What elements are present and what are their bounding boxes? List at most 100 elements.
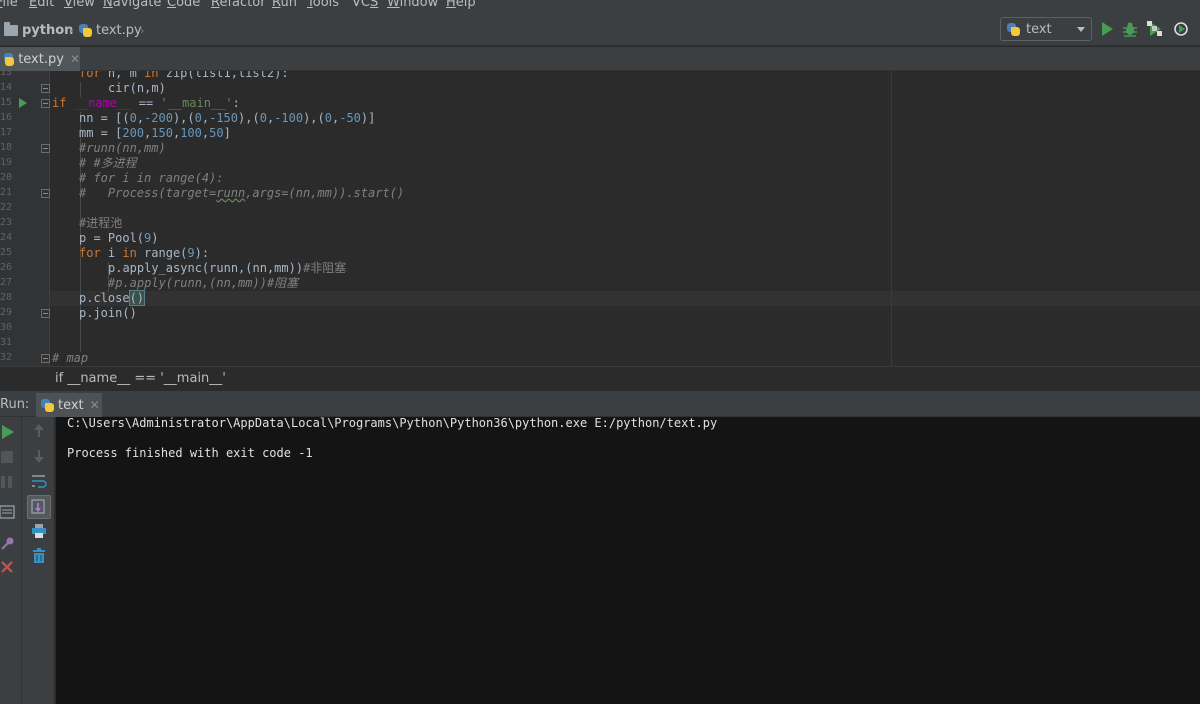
code-line-13: for n, m in zip(list1,list2):	[79, 71, 289, 80]
code-line-19: # #多进程	[79, 156, 137, 170]
line-number: 13	[0, 71, 13, 78]
line-number: 30	[0, 322, 13, 333]
editor-tab-bar: text.py ✕	[0, 47, 1200, 71]
close-icon[interactable]	[0, 560, 16, 576]
menu-edit[interactable]: Edit	[29, 0, 54, 11]
right-margin-guide	[891, 71, 892, 366]
code-line-29: p.join()	[79, 306, 137, 320]
breadcrumb-scope[interactable]: if __name__ == '__main__'	[55, 371, 226, 386]
line-number: 16	[0, 112, 13, 123]
breadcrumb-project[interactable]: python	[4, 21, 73, 39]
code-line-24: p = Pool(9)	[79, 231, 159, 245]
line-number: 27	[0, 277, 13, 288]
navigation-bar: python › text.py › text	[0, 12, 1200, 46]
code-line-32: # map	[52, 351, 89, 365]
code-line-20: # for i in range(4):	[79, 171, 224, 185]
run-toolbar-right	[22, 417, 55, 704]
run-gutter-icon[interactable]	[19, 98, 27, 108]
line-number: 28	[0, 292, 13, 303]
run-tab-label: text	[58, 397, 84, 413]
caret-row-highlight	[50, 291, 1200, 306]
code-line-18: #runn(nn,mm)	[79, 141, 166, 155]
python-file-icon	[79, 23, 92, 37]
run-config-label: text	[1026, 21, 1052, 37]
line-number: 21	[0, 187, 13, 198]
arrow-down-icon[interactable]	[31, 448, 47, 464]
menu-vcs[interactable]: VCS	[352, 0, 378, 11]
profile-icon[interactable]	[1173, 21, 1189, 37]
code-line-26: p.apply_async(runn,(nn,mm))#非阻塞	[108, 261, 347, 275]
stop-icon[interactable]	[0, 449, 16, 465]
chevron-right-icon: ›	[140, 24, 145, 37]
run-tab-text[interactable]: text ✕	[36, 393, 102, 417]
run-toolbar-left	[0, 417, 22, 704]
line-number: 29	[0, 307, 13, 318]
menu-refactor[interactable]: Refactor	[211, 0, 266, 11]
code-line-16: nn = [(0,-200),(0,-150),(0,-100),(0,-50)…	[79, 111, 376, 125]
menu-tools[interactable]: Tools	[307, 0, 339, 11]
line-number: 17	[0, 127, 13, 138]
line-number: 20	[0, 172, 13, 183]
file-name: text.py	[96, 22, 142, 38]
arrow-up-icon[interactable]	[31, 423, 47, 439]
close-icon[interactable]: ✕	[70, 52, 80, 66]
code-line-28: p.close()	[79, 290, 146, 306]
chevron-right-icon: ›	[69, 24, 74, 37]
line-number: 25	[0, 247, 13, 258]
run-panel-header: Run: text ✕	[0, 390, 1200, 417]
menu-help[interactable]: Help	[446, 0, 476, 11]
debug-icon[interactable]	[1122, 21, 1138, 37]
code-line-15: if __name__ == '__main__':	[52, 96, 240, 110]
run-with-coverage-icon[interactable]	[1147, 21, 1163, 37]
run-panel-label: Run:	[0, 397, 30, 412]
menu-file[interactable]: File	[0, 0, 18, 11]
editor-gutter: 13 14 15 16 17 18 19 20 21 22 23 24 25 2…	[0, 71, 50, 366]
scroll-to-end-toggle[interactable]	[27, 495, 51, 519]
menu-run[interactable]: Run	[272, 0, 297, 11]
editor-tab-text-py[interactable]: text.py ✕	[0, 47, 80, 71]
console-output[interactable]: C:\Users\Administrator\AppData\Local\Pro…	[56, 416, 1200, 704]
line-number: 19	[0, 157, 13, 168]
python-icon	[1007, 22, 1020, 36]
python-icon	[41, 398, 54, 412]
print-icon[interactable]	[31, 523, 47, 539]
run-configuration-select[interactable]: text	[1000, 17, 1092, 41]
menu-window[interactable]: Window	[387, 0, 438, 11]
console-line: C:\Users\Administrator\AppData\Local\Pro…	[67, 416, 718, 430]
menu-navigate[interactable]: Navigate	[103, 0, 161, 11]
fold-marker-icon[interactable]	[41, 309, 50, 318]
line-number: 18	[0, 142, 13, 153]
python-file-icon	[4, 52, 15, 66]
fold-marker-icon[interactable]	[41, 99, 50, 108]
layout-icon[interactable]	[0, 504, 16, 520]
trash-icon[interactable]	[31, 548, 47, 564]
editor-breadcrumb: if __name__ == '__main__'	[0, 366, 1200, 390]
menu-view[interactable]: View	[64, 0, 95, 11]
menu-code[interactable]: Code	[167, 0, 200, 11]
scroll-to-end-icon	[31, 499, 45, 514]
code-line-17: mm = [200,150,100,50]	[79, 126, 231, 140]
fold-marker-icon[interactable]	[41, 84, 50, 93]
code-editor[interactable]: 13 14 15 16 17 18 19 20 21 22 23 24 25 2…	[0, 71, 1200, 366]
soft-wrap-icon[interactable]	[31, 473, 47, 489]
pin-icon[interactable]	[0, 535, 16, 551]
fold-marker-icon[interactable]	[41, 354, 50, 363]
rerun-icon[interactable]	[0, 424, 16, 440]
chevron-down-icon	[1077, 27, 1085, 32]
breadcrumb-file[interactable]: text.py	[79, 21, 142, 39]
project-name: python	[22, 22, 74, 38]
fold-marker-icon[interactable]	[41, 144, 50, 153]
line-number: 24	[0, 232, 13, 243]
line-number: 23	[0, 217, 13, 228]
pause-icon[interactable]	[0, 474, 16, 490]
line-number: 22	[0, 202, 13, 213]
run-panel: C:\Users\Administrator\AppData\Local\Pro…	[0, 416, 1200, 704]
code-line-23: #进程池	[79, 216, 123, 230]
line-number: 31	[0, 337, 13, 348]
code-line-14: cir(n,m)	[108, 81, 166, 95]
indent-guide	[80, 82, 81, 97]
close-icon[interactable]: ✕	[90, 398, 100, 412]
fold-marker-icon[interactable]	[41, 189, 50, 198]
line-number: 26	[0, 262, 13, 273]
run-icon[interactable]	[1099, 21, 1115, 37]
